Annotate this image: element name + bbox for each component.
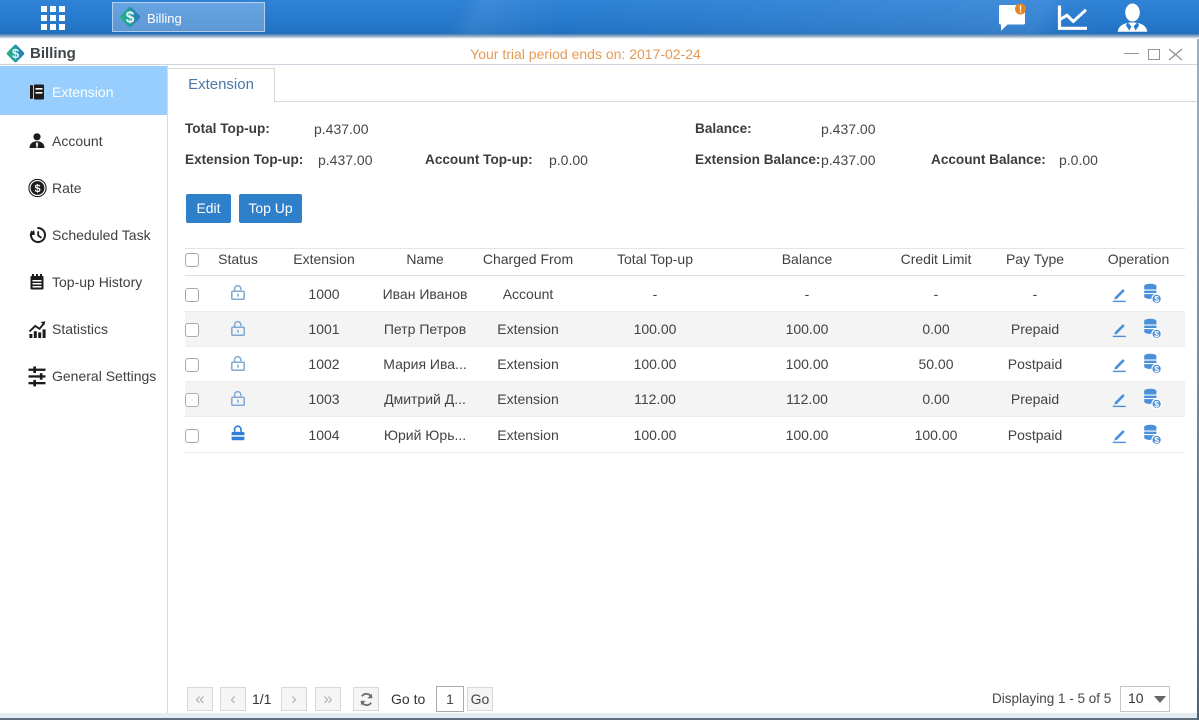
svg-text:$: $	[1154, 434, 1159, 444]
svg-text:$: $	[126, 10, 135, 27]
svg-text:$: $	[34, 183, 40, 195]
svg-text:$: $	[1154, 329, 1159, 339]
svg-text:$: $	[1154, 293, 1159, 303]
svg-text:!: !	[1019, 5, 1022, 16]
svg-text:$: $	[1154, 399, 1159, 409]
svg-text:$: $	[1154, 364, 1159, 374]
